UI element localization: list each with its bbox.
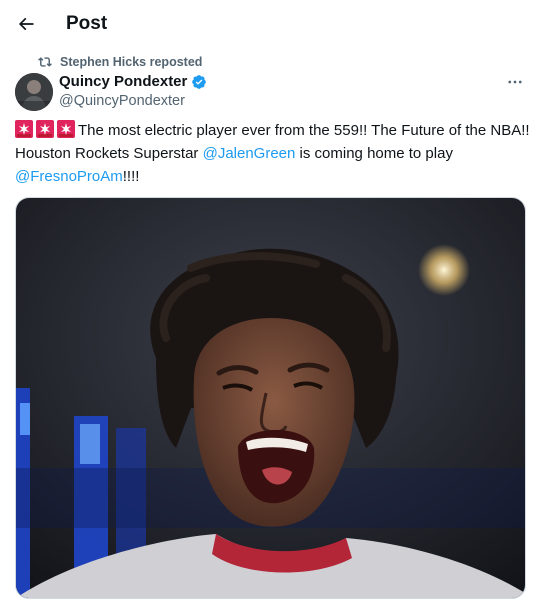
rotating-light-emoji — [57, 120, 75, 138]
rotating-light-emoji — [15, 120, 33, 138]
tweet-media-image[interactable] — [15, 197, 526, 599]
arrow-left-icon — [18, 17, 34, 31]
author-name[interactable]: Quincy Pondexter — [59, 73, 187, 91]
page-title: Post — [66, 13, 108, 34]
avatar[interactable] — [15, 73, 53, 111]
repost-indicator[interactable]: Stephen Hicks reposted — [38, 54, 202, 70]
author-handle[interactable]: @QuincyPondexter — [59, 92, 185, 110]
header-bar: Post — [0, 0, 541, 48]
mention-jalengreen-link[interactable]: @JalenGreen — [203, 145, 296, 162]
rotating-light-emoji — [36, 120, 54, 138]
mention-fresnoproam-link[interactable]: @FresnoProAm — [15, 168, 123, 185]
author-name-row: Quincy Pondexter — [59, 73, 207, 91]
player-photo — [16, 198, 525, 598]
verified-badge-icon — [191, 74, 207, 90]
back-button[interactable] — [12, 10, 40, 38]
repost-icon — [38, 57, 52, 67]
tweet-text-part3: !!!! — [122, 168, 140, 185]
tweet-text-part2: is coming home to play — [295, 145, 453, 162]
more-horizontal-icon — [508, 80, 522, 84]
tweet-text: The most electric player ever from the 5… — [15, 119, 530, 188]
more-options-button[interactable] — [500, 72, 530, 92]
repost-text: Stephen Hicks reposted — [60, 55, 203, 69]
